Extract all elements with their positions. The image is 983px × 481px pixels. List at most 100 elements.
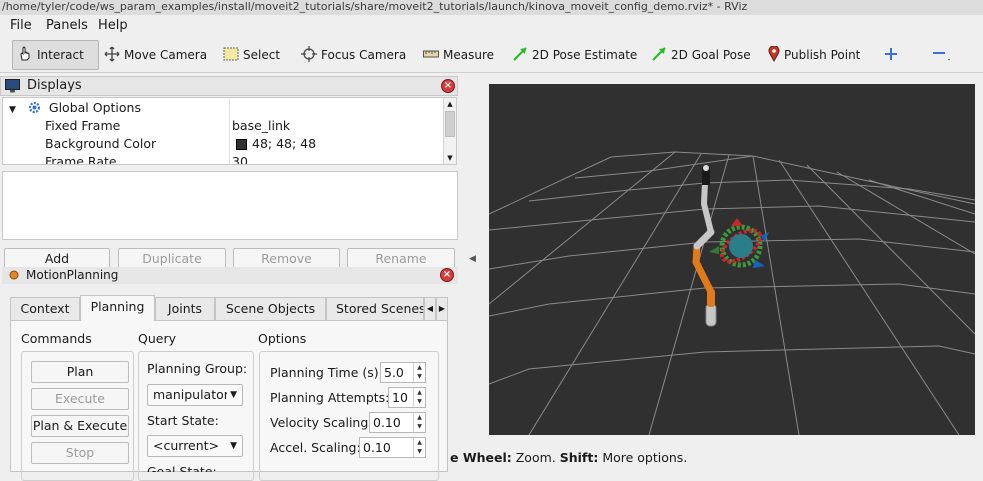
spin-arrows-icon[interactable]: ▲ ▼ bbox=[413, 363, 425, 382]
close-icon[interactable]: × bbox=[441, 79, 455, 93]
spin-arrows-icon[interactable]: ▲ ▼ bbox=[413, 438, 425, 457]
motion-planning-tabs: Context Planning Joints Scene Objects St… bbox=[10, 295, 448, 321]
global-options-label: Global Options bbox=[48, 100, 141, 115]
tab-stored-scenes[interactable]: Stored Scenes bbox=[326, 297, 424, 320]
crosshair-icon bbox=[301, 45, 317, 65]
tab-scene-objects[interactable]: Scene Objects bbox=[215, 297, 326, 320]
remove-tool-button[interactable] bbox=[928, 40, 956, 70]
displays-panel-header: Displays × bbox=[0, 76, 458, 96]
tree-row-global-options[interactable]: ▼ Global Options bbox=[9, 99, 141, 117]
map-pin-icon bbox=[768, 44, 780, 65]
goal-state-label: Goal State: bbox=[147, 464, 217, 472]
close-icon[interactable]: × bbox=[440, 268, 454, 282]
measure-tool[interactable]: Measure bbox=[419, 40, 498, 70]
ruler-icon bbox=[423, 48, 439, 62]
start-state-label: Start State: bbox=[147, 413, 219, 428]
planning-tab-content: Commands Plan Execute Plan & Execute Sto… bbox=[10, 320, 448, 481]
fixed-frame-value[interactable]: base_link bbox=[232, 117, 290, 135]
start-state-select[interactable]: <current> ▼ bbox=[147, 435, 243, 457]
tab-context[interactable]: Context bbox=[10, 297, 80, 320]
spin-arrows-icon[interactable]: ▲ ▼ bbox=[413, 413, 425, 432]
duplicate-button[interactable]: Duplicate bbox=[118, 248, 226, 269]
scroll-thumb[interactable] bbox=[445, 111, 455, 137]
measure-label: Measure bbox=[443, 48, 494, 62]
options-heading: Options bbox=[258, 331, 307, 346]
planning-time-spinbox[interactable]: 5.0 ▲ ▼ bbox=[380, 362, 426, 383]
tab-planning[interactable]: Planning bbox=[80, 295, 155, 321]
rename-button[interactable]: Rename bbox=[347, 248, 455, 269]
menu-help[interactable]: Help bbox=[98, 17, 128, 35]
planning-attempts-value: 10 bbox=[392, 390, 408, 405]
fixed-frame-name: Fixed Frame bbox=[45, 118, 121, 133]
accel-scaling-value: 0.10 bbox=[363, 440, 391, 455]
interact-tool[interactable]: Interact bbox=[12, 40, 99, 70]
accel-scaling-label: Accel. Scaling: bbox=[270, 440, 361, 455]
select-box-icon bbox=[223, 47, 239, 64]
menu-file[interactable]: File bbox=[10, 17, 32, 35]
scroll-down-icon[interactable]: ▼ bbox=[444, 152, 456, 164]
status-bar: e Wheel: Zoom. Shift: More options. bbox=[450, 449, 983, 467]
plan-button[interactable]: Plan bbox=[31, 361, 129, 383]
select-label: Select bbox=[243, 48, 281, 62]
focus-camera-tool[interactable]: Focus Camera bbox=[297, 40, 410, 70]
planning-attempts-label: Planning Attempts: bbox=[270, 390, 390, 405]
select-tool[interactable]: Select bbox=[219, 40, 284, 70]
add-tool-button[interactable] bbox=[880, 40, 902, 70]
velocity-scaling-label: Velocity Scaling: bbox=[270, 415, 373, 430]
planning-attempts-spinbox[interactable]: 10 ▲ ▼ bbox=[388, 387, 426, 408]
tab-scroll-right-icon[interactable]: ▶ bbox=[436, 297, 448, 320]
tab-scroll-left-icon[interactable]: ◀ bbox=[424, 297, 436, 320]
planning-group-label: Planning Group: bbox=[147, 361, 248, 376]
move-arrows-icon bbox=[104, 46, 120, 65]
move-camera-label: Move Camera bbox=[124, 48, 208, 62]
chevron-down-icon: ▼ bbox=[230, 441, 237, 451]
expand-arrow-icon[interactable]: ▼ bbox=[9, 105, 16, 115]
publish-point-tool[interactable]: Publish Point bbox=[764, 40, 864, 70]
panel-splitter-handle[interactable]: ◀ bbox=[469, 254, 476, 264]
grid-scene bbox=[488, 151, 976, 436]
toolbar: Interact Move Camera Select Focus Camera… bbox=[0, 37, 983, 73]
hand-pointer-icon bbox=[17, 45, 33, 65]
menu-panels[interactable]: Panels bbox=[46, 17, 88, 35]
menubar: File Panels Help bbox=[0, 15, 983, 37]
interactive-marker[interactable] bbox=[709, 218, 769, 268]
tab-joints[interactable]: Joints bbox=[155, 297, 215, 320]
green-arrow-icon bbox=[512, 46, 528, 65]
color-swatch[interactable] bbox=[236, 139, 247, 150]
stop-button[interactable]: Stop bbox=[31, 442, 129, 464]
remove-button[interactable]: Remove bbox=[233, 248, 340, 269]
planning-group-select[interactable]: manipulator ▼ bbox=[147, 384, 243, 406]
display-description-box bbox=[2, 171, 458, 240]
goal-pose-tool[interactable]: 2D Goal Pose bbox=[647, 40, 755, 70]
plan-and-execute-button[interactable]: Plan & Execute bbox=[31, 415, 129, 437]
focus-camera-label: Focus Camera bbox=[321, 48, 407, 62]
ground-grid bbox=[488, 151, 976, 436]
add-button[interactable]: Add bbox=[4, 248, 110, 269]
spin-arrows-icon[interactable]: ▲ ▼ bbox=[413, 388, 425, 407]
tree-scrollbar[interactable]: ▲ ▼ bbox=[443, 98, 456, 164]
planning-time-label: Planning Time (s): bbox=[270, 365, 383, 380]
planning-group-value: manipulator bbox=[153, 387, 229, 402]
frame-rate-name: Frame Rate bbox=[45, 154, 117, 165]
accel-scaling-spinbox[interactable]: 0.10 ▲ ▼ bbox=[359, 437, 426, 458]
query-heading: Query bbox=[138, 331, 176, 346]
execute-button[interactable]: Execute bbox=[31, 388, 129, 410]
velocity-scaling-spinbox[interactable]: 0.10 ▲ ▼ bbox=[369, 412, 426, 433]
move-camera-tool[interactable]: Move Camera bbox=[100, 40, 211, 70]
status-shift-text: More options. bbox=[598, 450, 688, 465]
gear-icon bbox=[28, 101, 41, 119]
status-wheel-text: Zoom. bbox=[511, 450, 560, 465]
planning-time-value: 5.0 bbox=[384, 365, 404, 380]
window-title: /home/tyler/code/ws_param_examples/insta… bbox=[0, 0, 983, 15]
motion-planning-title: MotionPlanning bbox=[26, 268, 119, 282]
3d-viewport[interactable] bbox=[488, 84, 976, 436]
scroll-up-icon[interactable]: ▲ bbox=[444, 98, 456, 110]
velocity-scaling-value: 0.10 bbox=[373, 415, 401, 430]
publish-point-label: Publish Point bbox=[784, 48, 861, 62]
pose-estimate-label: 2D Pose Estimate bbox=[532, 48, 638, 62]
background-color-value[interactable]: 48; 48; 48 bbox=[252, 135, 316, 153]
status-wheel-key: e Wheel: bbox=[450, 450, 512, 465]
monitor-icon bbox=[5, 79, 20, 99]
frame-rate-value[interactable]: 30 bbox=[232, 153, 248, 164]
pose-estimate-tool[interactable]: 2D Pose Estimate bbox=[508, 40, 641, 70]
